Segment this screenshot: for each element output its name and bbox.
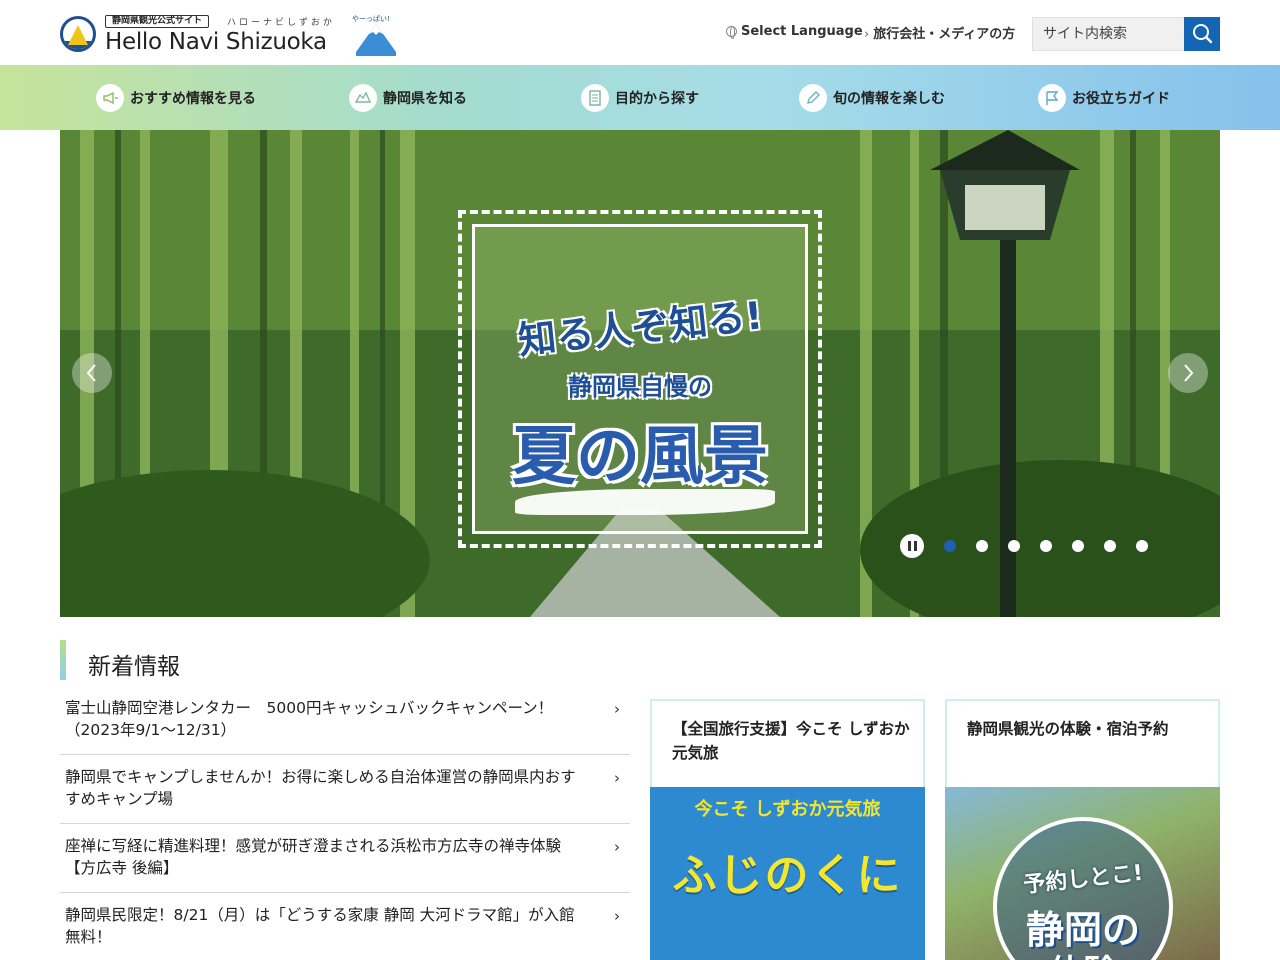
agent-media-label: 旅行会社・メディアの方 — [873, 27, 1016, 42]
pause-icon — [907, 541, 911, 551]
logo-badge: 静岡県観光公式サイト — [105, 15, 210, 28]
logo-name: Hello Navi Shizuoka — [105, 29, 327, 55]
carousel-dot-5[interactable] — [1072, 540, 1084, 552]
banner-title: ふじのくに — [672, 850, 903, 901]
experience-booking-card[interactable]: 静岡県観光の体験・宿泊予約 予約しとこ! 静岡の 体験 — [945, 699, 1220, 960]
carousel-prev-button[interactable] — [72, 353, 112, 393]
chevron-right-icon — [1184, 364, 1194, 382]
news-heading: 新着情報 — [88, 654, 180, 680]
news-item-text: 静岡県民限定！8/21（月）は「どうする家康 静岡 大河ドラマ館」が入館無料！ — [65, 906, 575, 946]
news-list: 富士山静岡空港レンタカー 5000円キャッシュバックキャンペーン！（2023年9… — [60, 686, 630, 960]
site-logo[interactable]: 静岡県観光公式サイト ハローナビしずおか Hello Navi Shizuoka… — [60, 12, 405, 60]
flag-icon — [1038, 84, 1066, 112]
chevron-right-icon: › — [614, 907, 620, 925]
carousel-dot-3[interactable] — [1008, 540, 1020, 552]
hero-carousel[interactable]: 知る人ぞ知る! 静岡県自慢の 夏の風景 — [60, 130, 1220, 617]
hero-title-line3: 夏の風景 — [512, 420, 768, 494]
card-title: 静岡県観光の体験・宿泊予約 — [967, 720, 1169, 738]
brush-stroke-decoration — [515, 489, 775, 515]
carousel-dot-6[interactable] — [1104, 540, 1116, 552]
nav-item-seasonal[interactable]: 旬の情報を楽しむ — [799, 83, 945, 113]
chevron-right-icon: › — [864, 27, 870, 42]
experience-banner-image: 予約しとこ! 静岡の 体験 — [945, 787, 1220, 960]
carousel-dot-7[interactable] — [1136, 540, 1148, 552]
nav-label: おすすめ情報を見る — [130, 91, 256, 107]
mascot-fuji-icon: やーっぱい! — [352, 15, 396, 56]
mascot-text: やーっぱい! — [352, 15, 390, 23]
nav-label: 静岡県を知る — [383, 91, 467, 107]
card-title: 【全国旅行支援】今こそ しずおか元気旅 — [672, 720, 910, 762]
travel-support-card[interactable]: 【全国旅行支援】今こそ しずおか元気旅 今こそ しずおか元気旅 ふじのくに — [650, 699, 925, 960]
search-button[interactable] — [1184, 17, 1220, 51]
news-item-text: 座禅に写経に精進料理！感覚が研ぎ澄まされる浜松市方広寺の禅寺体験【方広寺 後編】 — [65, 837, 562, 877]
news-item[interactable]: 座禅に写経に精進料理！感覚が研ぎ澄まされる浜松市方広寺の禅寺体験【方広寺 後編】… — [60, 824, 630, 893]
chevron-right-icon: › — [614, 700, 620, 718]
carousel-dot-1[interactable] — [944, 540, 956, 552]
select-language-label: Select Language — [741, 24, 863, 39]
nav-label: 旬の情報を楽しむ — [833, 91, 945, 107]
nav-item-purpose-search[interactable]: 目的から探す — [581, 83, 699, 113]
logo-mark-icon — [60, 16, 96, 52]
hero-title-line1: 知る人ぞ知る! — [516, 293, 765, 363]
carousel-dot-2[interactable] — [976, 540, 988, 552]
carousel-next-button[interactable] — [1168, 353, 1208, 393]
nav-label: お役立ちガイド — [1072, 91, 1170, 107]
fujinokuni-banner-image: 今こそ しずおか元気旅 ふじのくに — [650, 787, 925, 960]
nav-label: 目的から探す — [615, 91, 699, 107]
news-item[interactable]: 静岡県民限定！8/21（月）は「どうする家康 静岡 大河ドラマ館」が入館無料！ … — [60, 893, 630, 960]
list-icon — [581, 84, 609, 112]
chevron-right-icon: › — [614, 838, 620, 856]
select-language-link[interactable]: Select Language — [726, 24, 863, 39]
banner-subtitle: 今こそ しずおか元気旅 — [694, 799, 881, 820]
nav-item-recommended[interactable]: おすすめ情報を見る — [96, 83, 256, 113]
logo-kana: ハローナビしずおか — [227, 18, 335, 28]
banner-line1: 予約しとこ! — [1022, 860, 1145, 899]
megaphone-icon — [96, 84, 124, 112]
map-icon — [349, 84, 377, 112]
news-item[interactable]: 静岡県でキャンプしませんか！お得に楽しめる自治体運営の静岡県内おすすめキャンプ場… — [60, 755, 630, 824]
nav-item-know-shizuoka[interactable]: 静岡県を知る — [349, 83, 467, 113]
heading-accent-bar — [60, 640, 66, 680]
pencil-icon — [799, 84, 827, 112]
news-item-text: 富士山静岡空港レンタカー 5000円キャッシュバックキャンペーン！（2023年9… — [65, 699, 554, 739]
carousel-pagination — [900, 534, 1148, 558]
hero-title-frame: 知る人ぞ知る! 静岡県自慢の 夏の風景 — [458, 210, 822, 548]
news-item[interactable]: 富士山静岡空港レンタカー 5000円キャッシュバックキャンペーン！（2023年9… — [60, 686, 630, 755]
banner-circle: 予約しとこ! 静岡の 体験 — [993, 817, 1173, 960]
news-item-text: 静岡県でキャンプしませんか！お得に楽しめる自治体運営の静岡県内おすすめキャンプ場 — [65, 768, 576, 808]
carousel-dot-4[interactable] — [1040, 540, 1052, 552]
globe-icon — [726, 26, 737, 39]
agent-media-link[interactable]: › 旅行会社・メディアの方 — [864, 23, 1015, 42]
hero-title-line2: 静岡県自慢の — [568, 373, 712, 401]
search-icon — [1193, 24, 1213, 44]
search-input[interactable] — [1032, 17, 1184, 51]
main-nav: おすすめ情報を見る 静岡県を知る 目的から探す 旬の情報を楽しむ お役立ちガイド — [0, 65, 1280, 130]
site-header: 静岡県観光公式サイト ハローナビしずおか Hello Navi Shizuoka… — [0, 0, 1280, 65]
carousel-pause-button[interactable] — [900, 534, 924, 558]
chevron-right-icon: › — [614, 769, 620, 787]
nav-item-guide[interactable]: お役立ちガイド — [1038, 83, 1170, 113]
banner-line3: 体験 — [997, 945, 1169, 960]
chevron-left-icon — [86, 364, 96, 382]
